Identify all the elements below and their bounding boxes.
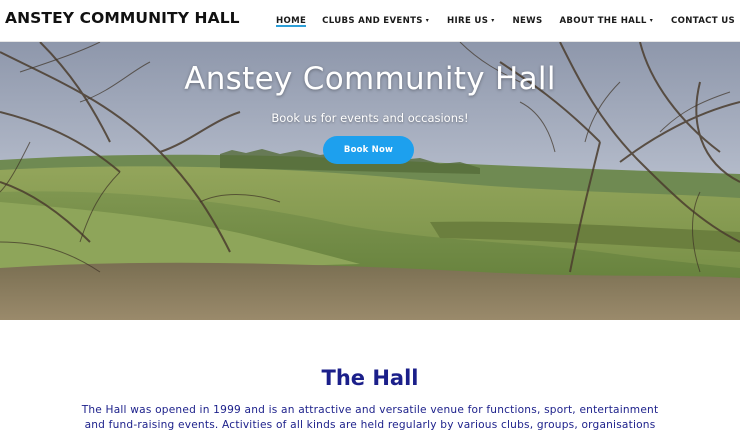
caret-down-icon: ▾ — [649, 16, 654, 24]
nav-item-label: CONTACT US — [671, 16, 735, 26]
nav-item-label: NEWS — [512, 16, 543, 26]
nav-item-label: CLUBS AND EVENTS — [322, 16, 423, 26]
section-title: The Hall — [321, 366, 419, 390]
section-body-text: The Hall was opened in 1999 and is an at… — [81, 404, 659, 431]
hero-banner: Anstey Community Hall Book us for events… — [0, 42, 740, 320]
book-now-button[interactable]: Book Now — [323, 136, 414, 164]
caret-down-icon: ▾ — [491, 16, 495, 24]
nav-item-clubs-and-events[interactable]: CLUBS AND EVENTS ▾ — [322, 0, 429, 42]
nav-item-contact-us[interactable]: CONTACT US — [671, 0, 735, 42]
nav-item-label: ABOUT THE HALL — [559, 16, 647, 26]
nav-item-label: HOME — [276, 16, 307, 26]
hero-subtitle: Book us for events and occasions! — [271, 111, 469, 125]
nav-item-news[interactable]: NEWS — [513, 0, 543, 42]
nav-item-home[interactable]: HOME — [276, 0, 307, 42]
top-navbar: ANSTEY COMMUNITY HALL HOME CLUBS AND EVE… — [0, 0, 740, 42]
site-title[interactable]: ANSTEY COMMUNITY HALL — [5, 9, 240, 27]
nav-item-label: HIRE US — [447, 16, 489, 26]
caret-down-icon: ▾ — [425, 16, 430, 24]
hero-title: Anstey Community Hall — [184, 61, 556, 97]
nav-item-about-the-hall[interactable]: ABOUT THE HALL ▾ — [559, 0, 653, 42]
nav-item-hire-us[interactable]: HIRE US ▾ — [447, 0, 494, 42]
main-nav: HOME CLUBS AND EVENTS ▾ HIRE US ▾ NEWS A… — [276, 0, 735, 42]
